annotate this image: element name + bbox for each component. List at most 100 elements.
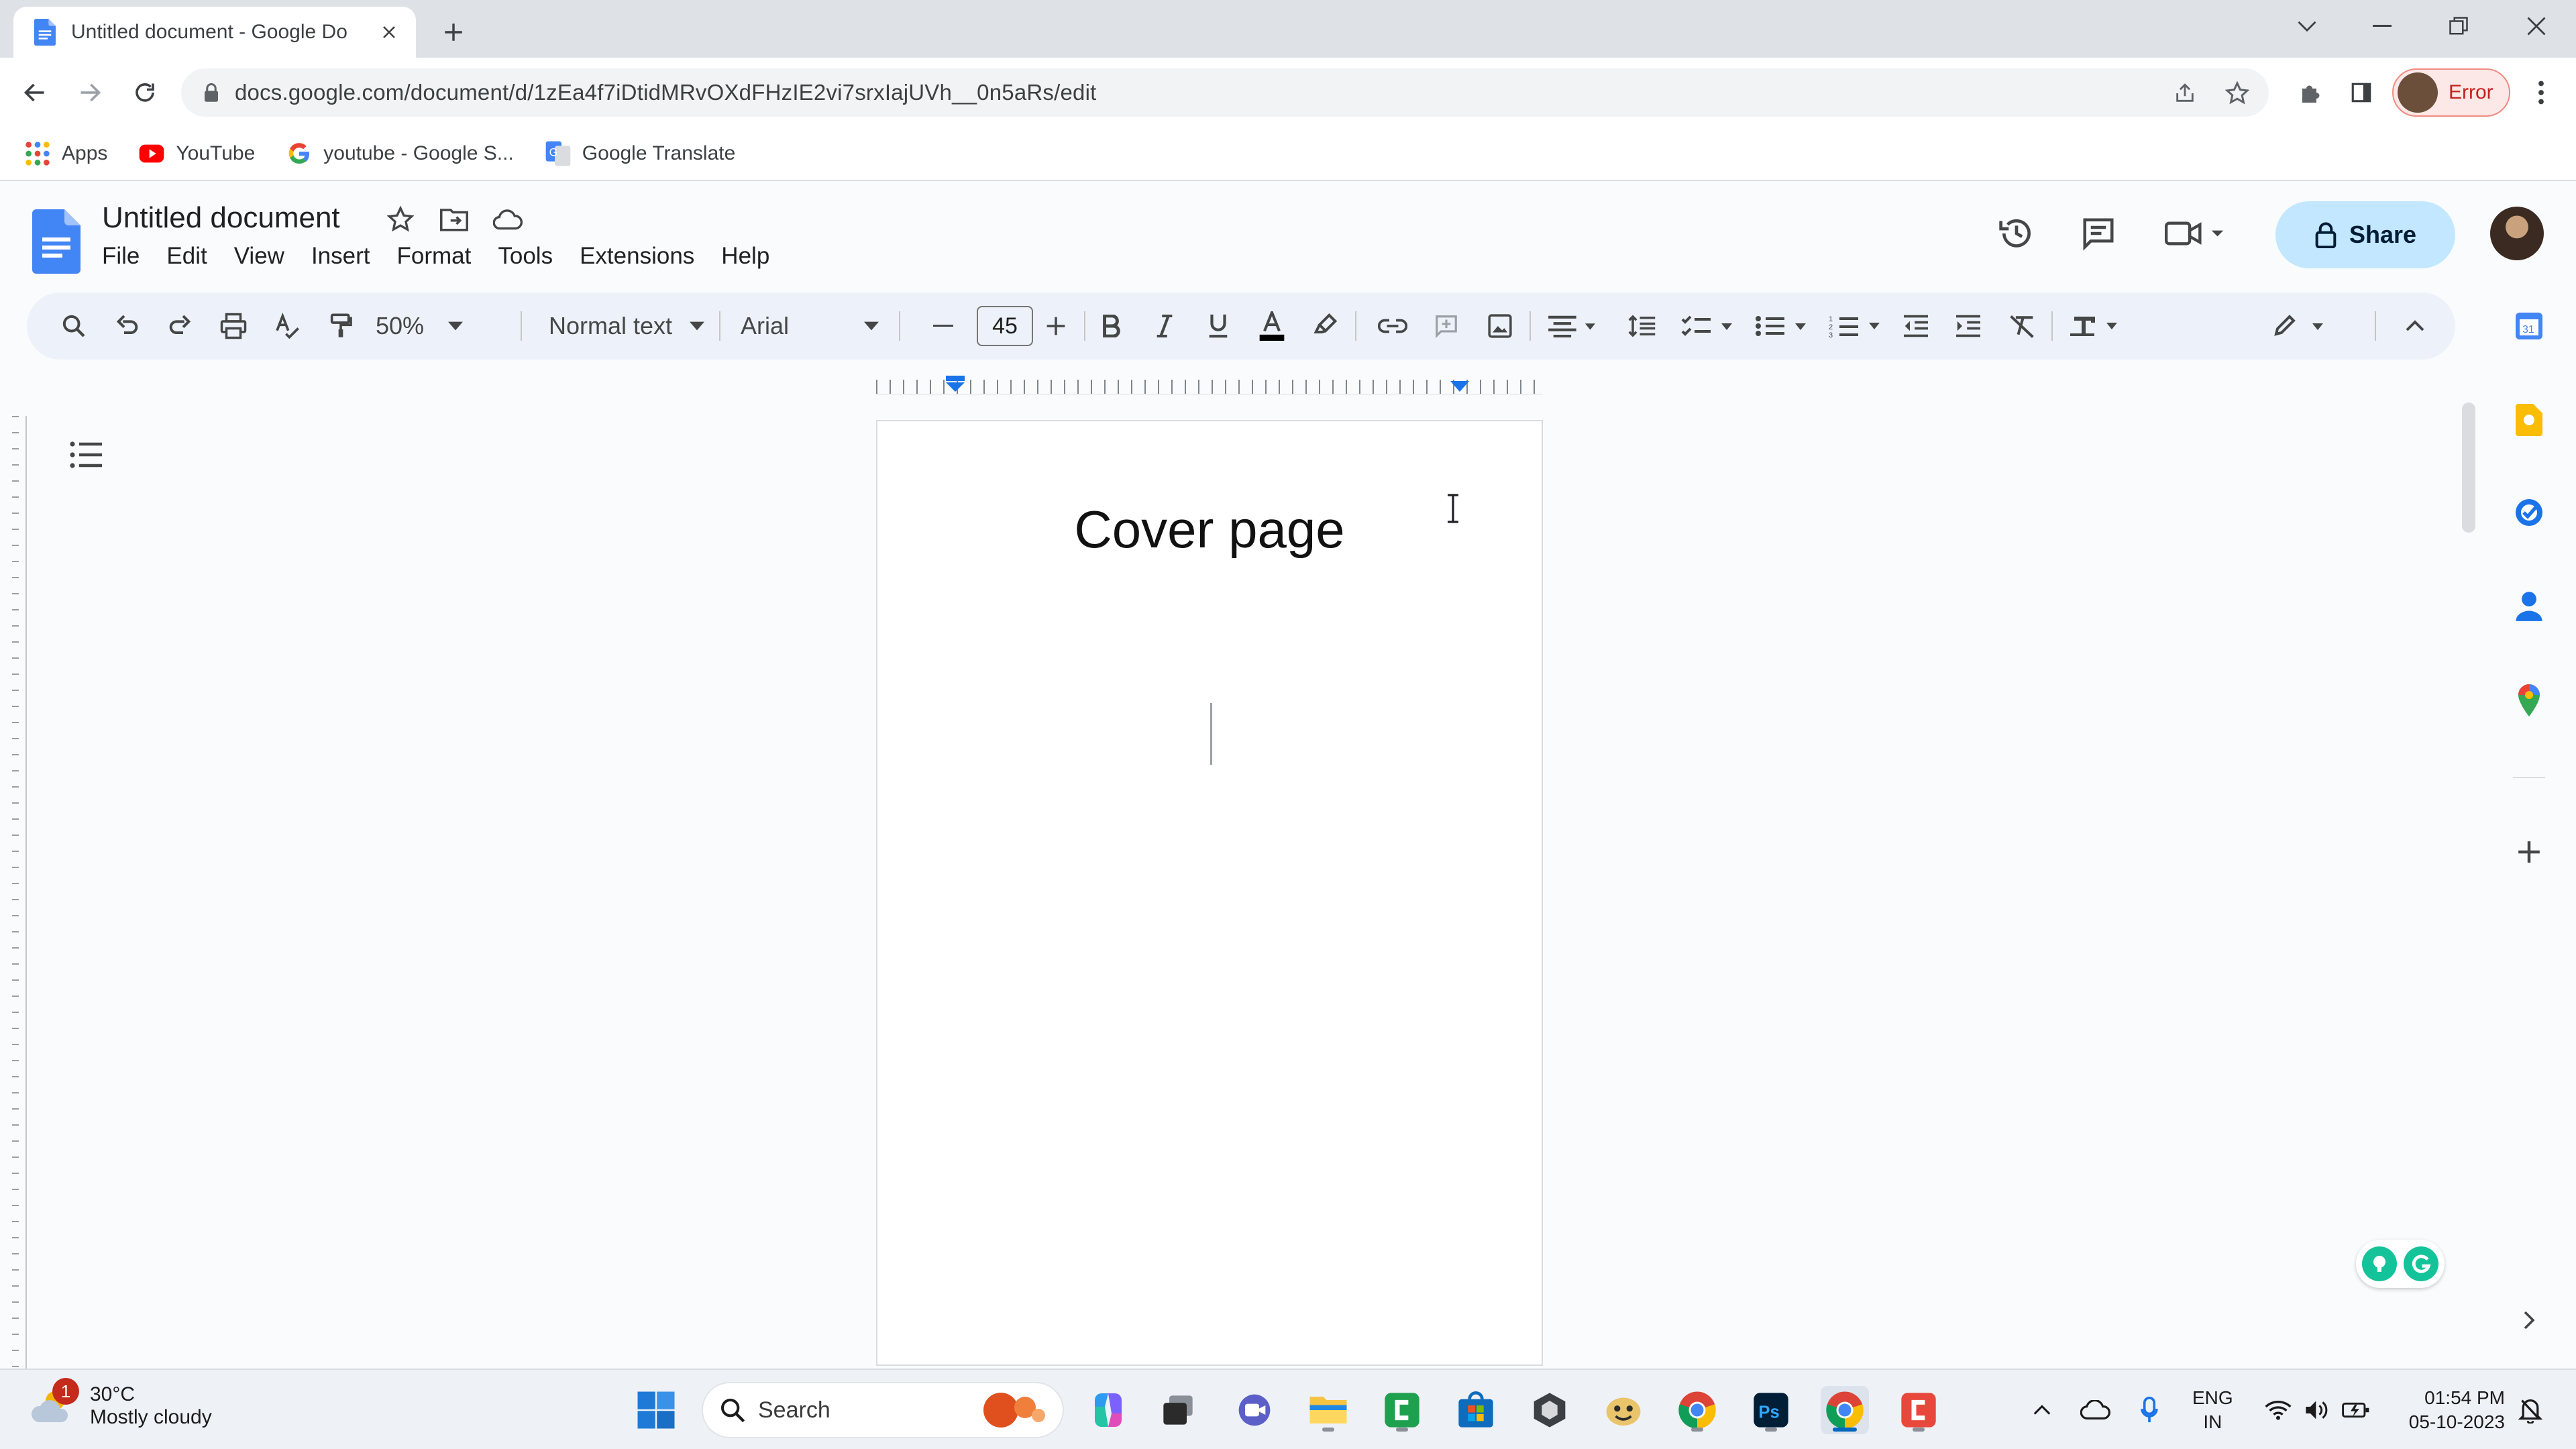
text-direction-dropdown[interactable] [2062, 306, 2129, 346]
volume-icon[interactable] [2298, 1390, 2336, 1430]
menu-help[interactable]: Help [721, 243, 769, 270]
smiley-app-icon[interactable] [1599, 1386, 1648, 1434]
document-outline-icon[interactable] [64, 433, 107, 476]
decrease-indent-icon[interactable] [1896, 306, 1936, 346]
windows-start-icon[interactable] [632, 1386, 680, 1434]
back-arrow-icon[interactable] [15, 72, 55, 113]
google-keep-icon[interactable] [2505, 396, 2553, 444]
battery-charging-icon[interactable] [2337, 1390, 2375, 1430]
menu-edit[interactable]: Edit [166, 243, 207, 270]
redo-icon[interactable] [160, 306, 200, 346]
grammarly-suggestion-icon[interactable] [2362, 1246, 2398, 1281]
line-spacing-icon[interactable] [1622, 306, 1662, 346]
profile-error-button[interactable]: Error [2392, 68, 2510, 117]
teams-chat-icon[interactable] [1230, 1386, 1279, 1434]
menu-tools[interactable]: Tools [498, 243, 553, 270]
copilot-icon[interactable] [1084, 1386, 1132, 1434]
grammarly-widget[interactable] [2356, 1240, 2445, 1288]
browser-menu-kebab-icon[interactable] [2521, 72, 2561, 113]
menu-extensions[interactable]: Extensions [580, 243, 694, 270]
clear-formatting-icon[interactable] [2002, 306, 2042, 346]
extensions-puzzle-icon[interactable] [2290, 72, 2330, 113]
google-tasks-icon[interactable] [2505, 488, 2553, 537]
grammarly-g-icon[interactable] [2403, 1246, 2438, 1281]
add-comment-icon[interactable] [1426, 306, 1466, 346]
checklist-dropdown[interactable] [1677, 306, 1741, 346]
chrome-profile-icon[interactable] [1673, 1386, 1721, 1434]
search-menus-icon[interactable] [54, 306, 94, 346]
system-clock[interactable]: 01:54 PM 05-10-2023 [2398, 1386, 2505, 1434]
align-dropdown[interactable] [1540, 306, 1605, 346]
google-contacts-icon[interactable] [2505, 582, 2553, 631]
vertical-scrollbar[interactable] [2462, 402, 2475, 533]
paragraph-style-dropdown[interactable]: Normal text [526, 306, 727, 346]
google-docs-logo-icon[interactable] [32, 209, 80, 274]
italic-icon[interactable] [1144, 306, 1185, 346]
move-folder-icon[interactable] [437, 203, 471, 236]
browser-tab-active[interactable]: Untitled document - Google Do [13, 7, 416, 58]
task-view-icon[interactable] [1154, 1386, 1202, 1434]
increase-indent-icon[interactable] [1948, 306, 1988, 346]
wifi-icon[interactable] [2259, 1390, 2297, 1430]
photoshop-icon[interactable]: Ps [1747, 1386, 1795, 1434]
taskbar-search-box[interactable]: Search [702, 1382, 1064, 1438]
chrome-active-icon[interactable] [1821, 1386, 1869, 1434]
insert-image-icon[interactable] [1480, 306, 1520, 346]
minimize-window-icon[interactable] [2359, 9, 2406, 43]
zoom-dropdown[interactable]: 50% [376, 306, 510, 346]
microsoft-store-icon[interactable] [1452, 1386, 1500, 1434]
paint-format-icon[interactable] [321, 306, 361, 346]
get-add-ons-plus-icon[interactable] [2505, 828, 2553, 876]
meet-camera-dropdown[interactable] [2160, 207, 2234, 260]
bold-icon[interactable] [1091, 306, 1131, 346]
file-explorer-icon[interactable] [1304, 1386, 1352, 1434]
unity-hub-icon[interactable] [1525, 1386, 1574, 1434]
decrease-font-size-icon[interactable] [923, 306, 963, 346]
notification-bell-icon[interactable] [2512, 1390, 2549, 1430]
bookmark-apps[interactable]: Apps [24, 140, 107, 167]
reload-icon[interactable] [125, 72, 165, 113]
bookmark-star-icon[interactable] [2220, 76, 2254, 110]
document-title[interactable]: Untitled document [102, 201, 340, 235]
font-family-dropdown[interactable]: Arial [741, 306, 911, 346]
close-window-icon[interactable] [2513, 9, 2560, 43]
insert-link-icon[interactable] [1373, 306, 1413, 346]
address-bar[interactable]: docs.google.com/document/d/1zEa4f7iDtidM… [181, 68, 2269, 117]
undo-icon[interactable] [107, 306, 148, 346]
underline-icon[interactable] [1198, 306, 1238, 346]
comments-icon[interactable] [2072, 207, 2125, 260]
menu-insert[interactable]: Insert [311, 243, 370, 270]
new-tab-button[interactable] [435, 13, 472, 51]
version-history-icon[interactable] [1990, 207, 2043, 260]
bookmark-google-translate[interactable]: G Google Translate [545, 140, 735, 167]
text-color-icon[interactable] [1252, 306, 1292, 346]
bulleted-list-dropdown[interactable] [1751, 306, 1815, 346]
right-indent-marker-icon[interactable] [1450, 376, 1469, 392]
close-tab-icon[interactable] [376, 19, 402, 46]
menu-view[interactable]: View [234, 243, 284, 270]
weather-widget[interactable]: 1 30°C Mostly cloudy [28, 1378, 212, 1430]
google-calendar-icon[interactable]: 31 [2505, 302, 2553, 350]
font-size-input[interactable]: 45 [977, 306, 1033, 346]
menu-format[interactable]: Format [397, 243, 472, 270]
side-panel-icon[interactable] [2341, 72, 2381, 113]
highlight-color-icon[interactable] [1305, 306, 1346, 346]
microphone-icon[interactable] [2131, 1390, 2168, 1430]
bookmark-google-search[interactable]: youtube - Google S... [286, 140, 514, 167]
left-indent-marker-icon[interactable] [946, 376, 965, 392]
bookmark-youtube[interactable]: YouTube [138, 140, 255, 167]
onedrive-cloud-icon[interactable] [2077, 1390, 2114, 1430]
hide-menus-chevron-icon[interactable] [2395, 306, 2435, 346]
page-heading[interactable]: Cover page [877, 499, 1542, 560]
numbered-list-dropdown[interactable]: 123 [1825, 306, 1889, 346]
restore-window-icon[interactable] [2435, 9, 2482, 43]
forward-arrow-icon[interactable] [70, 72, 110, 113]
editing-mode-dropdown[interactable] [2265, 306, 2339, 346]
camtasia-recorder-icon[interactable] [1894, 1386, 1943, 1434]
google-maps-icon[interactable] [2505, 676, 2553, 724]
print-icon[interactable] [213, 306, 254, 346]
menu-file[interactable]: File [102, 243, 140, 270]
document-page[interactable]: Cover page [876, 420, 1543, 1366]
increase-font-size-icon[interactable] [1036, 306, 1076, 346]
account-avatar[interactable] [2490, 207, 2544, 260]
